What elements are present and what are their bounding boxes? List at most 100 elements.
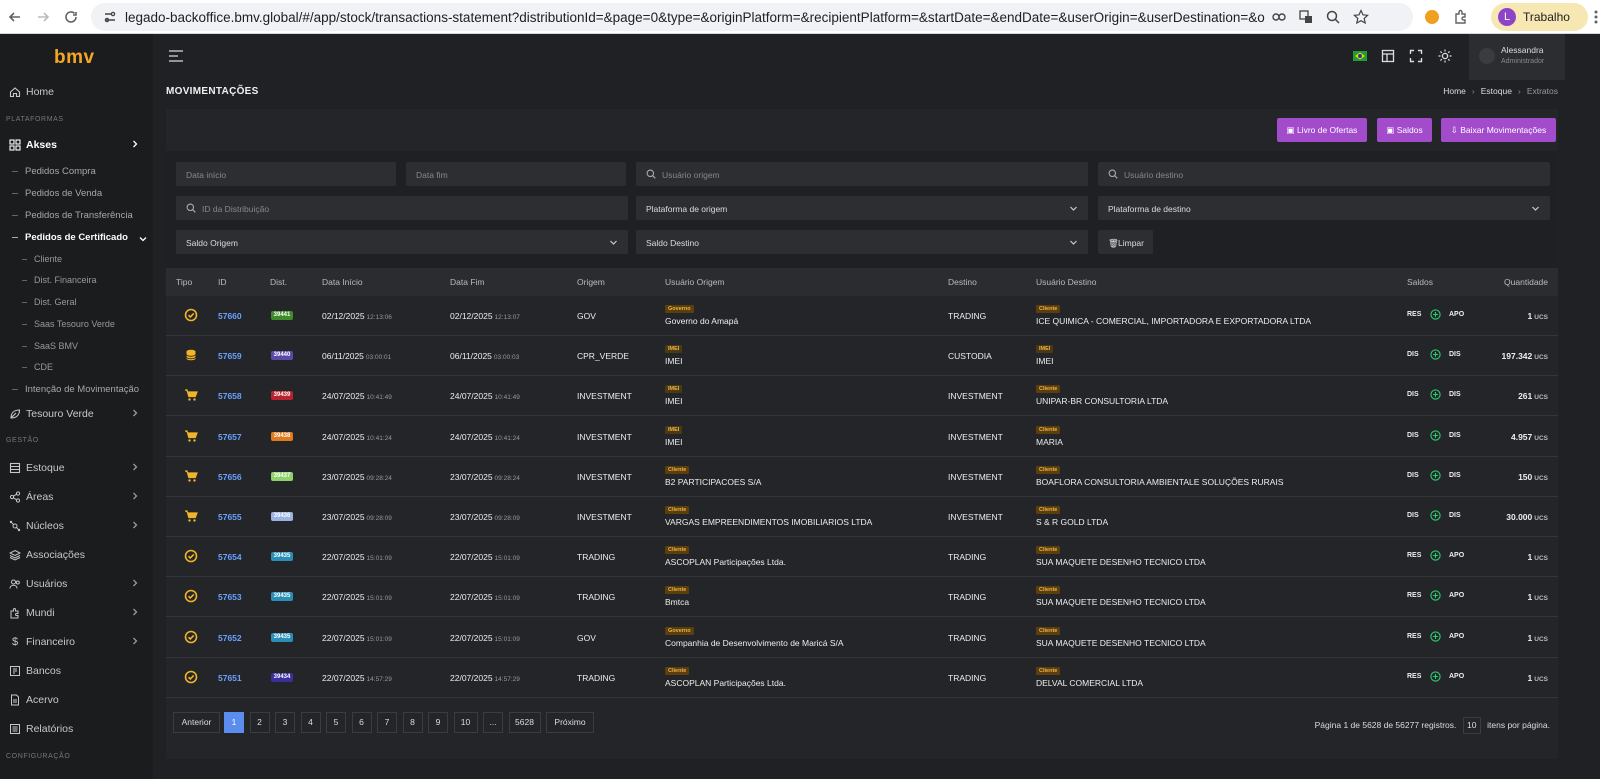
prev-page-button[interactable]: Anterior: [173, 712, 220, 733]
user-destination-input[interactable]: Usuário destino: [1098, 162, 1550, 186]
distribution-badge[interactable]: 39438: [271, 431, 293, 441]
sidebar-item-areas[interactable]: Áreas: [0, 486, 153, 508]
logo[interactable]: bmv: [54, 47, 95, 69]
layout-icon[interactable]: [1381, 49, 1395, 63]
plus-circle-icon[interactable]: [1430, 671, 1441, 682]
sidebar-item-tesouro-verde[interactable]: Tesouro Verde: [0, 403, 153, 425]
distribution-badge[interactable]: 39435: [271, 592, 293, 602]
page-button-8[interactable]: 8: [402, 712, 423, 733]
origin-balance-select[interactable]: Saldo Origem: [176, 230, 628, 254]
clear-filters-button[interactable]: 🗑 Limpar: [1098, 230, 1153, 254]
plus-circle-icon[interactable]: [1430, 309, 1441, 320]
breadcrumb-estoque[interactable]: Estoque: [1481, 86, 1512, 96]
page-button-7[interactable]: 7: [377, 712, 397, 733]
sidebar-subitem-pedidos-venda[interactable]: Pedidos de Venda: [12, 188, 102, 199]
page-button-5628[interactable]: 5628: [508, 712, 541, 733]
menu-toggle-icon[interactable]: [169, 50, 183, 62]
transaction-id-link[interactable]: 57659: [218, 351, 242, 361]
table-row[interactable]: 57653 39435 22/07/2025 15:01:09 22/07/2025 15…: [166, 577, 1558, 618]
extensions-puzzle-icon[interactable]: [1452, 8, 1470, 26]
page-button-1[interactable]: 1: [224, 712, 244, 733]
sidebar-item-nucleos[interactable]: Núcleos: [0, 515, 153, 537]
bookmark-star-icon[interactable]: [1353, 9, 1369, 25]
distribution-badge[interactable]: 39441: [271, 311, 293, 320]
distribution-badge[interactable]: 39440: [271, 351, 293, 361]
table-row[interactable]: 57651 39434 22/07/2025 14:57:29 22/07/2025 14…: [166, 658, 1558, 698]
sidebar-item-home[interactable]: Home: [0, 81, 153, 103]
transaction-id-link[interactable]: 57654: [218, 552, 242, 562]
extension-icon[interactable]: [1423, 8, 1441, 26]
sidebar-subitem-saas-bmv[interactable]: SaaS BMV: [22, 341, 78, 351]
plus-circle-icon[interactable]: [1430, 470, 1441, 481]
page-button-5[interactable]: 5: [326, 712, 346, 733]
origin-platform-select[interactable]: Plataforma de origem: [636, 196, 1088, 220]
page-button-2[interactable]: 2: [249, 712, 270, 733]
translate-icon[interactable]: [1298, 9, 1314, 25]
sidebar-subitem-intencao[interactable]: Intenção de Movimentação: [12, 384, 139, 395]
sidebar-item-financeiro[interactable]: $ Financeiro: [0, 631, 153, 653]
sidebar-subitem-pedidos-certificado[interactable]: Pedidos de Certificado: [12, 232, 147, 243]
plus-circle-icon[interactable]: [1430, 429, 1441, 441]
fullscreen-icon[interactable]: [1409, 49, 1423, 63]
page-size-input[interactable]: 10: [1462, 717, 1481, 734]
table-row[interactable]: 57659 39440 06/11/2025 03:00:01 06/11/2025 03…: [166, 336, 1558, 377]
sidebar-item-associacoes[interactable]: Associações: [0, 544, 153, 566]
offers-book-button[interactable]: ▣ Livro de Ofertas: [1277, 118, 1367, 142]
sidebar-item-usuarios[interactable]: Usuários: [0, 573, 153, 595]
distribution-badge[interactable]: 39439: [271, 391, 293, 401]
table-row[interactable]: 57652 39435 22/07/2025 15:01:09 22/07/2025 15…: [166, 618, 1558, 658]
plus-circle-icon[interactable]: [1430, 630, 1441, 642]
sidebar-subitem-saas-tesouro-verde[interactable]: Saas Tesouro Verde: [22, 319, 115, 329]
sidebar-item-acervo[interactable]: Acervo: [0, 689, 153, 711]
sidebar-subitem-cliente[interactable]: Cliente: [22, 254, 62, 264]
plus-circle-icon[interactable]: [1430, 510, 1441, 521]
page-button-3[interactable]: 3: [275, 712, 295, 733]
page-button-9[interactable]: 9: [428, 712, 448, 733]
sidebar-item-mundi[interactable]: Mundi: [0, 602, 153, 624]
table-row[interactable]: 57655 39436 23/07/2025 09:28:09 23/07/2025 09…: [166, 497, 1558, 537]
destination-balance-select[interactable]: Saldo Destino: [636, 230, 1088, 254]
plus-circle-icon[interactable]: [1430, 550, 1441, 561]
transaction-id-link[interactable]: 57655: [218, 512, 242, 522]
end-date-input[interactable]: Data fim: [406, 162, 626, 186]
plus-circle-icon[interactable]: [1430, 389, 1441, 401]
reload-icon[interactable]: [62, 8, 80, 26]
distribution-badge[interactable]: 39435: [271, 632, 293, 642]
balances-button[interactable]: ▣ Saldos: [1377, 118, 1432, 142]
sidebar-item-bancos[interactable]: Bancos: [0, 660, 153, 682]
sidebar-item-relatorios[interactable]: Relatórios: [0, 718, 153, 740]
distribution-id-input[interactable]: ID da Distribuição: [176, 196, 628, 220]
theme-sun-icon[interactable]: [1438, 49, 1452, 63]
transaction-id-link[interactable]: 57656: [218, 472, 242, 482]
url-text[interactable]: legado-backoffice.bmv.global/#/app/stock…: [125, 10, 1265, 25]
plus-circle-icon[interactable]: [1430, 590, 1441, 602]
distribution-badge[interactable]: 39434: [271, 672, 293, 682]
transaction-id-link[interactable]: 57657: [218, 432, 242, 442]
sidebar-subitem-dist-financeira[interactable]: Dist. Financeira: [22, 275, 97, 285]
profile-chip[interactable]: L Trabalho: [1491, 3, 1588, 31]
table-row[interactable]: 57658 39439 24/07/2025 10:41:49 24/07/2025 10…: [166, 376, 1558, 417]
browser-menu-icon[interactable]: [1594, 8, 1598, 26]
table-row[interactable]: 57656 39437 23/07/2025 09:28:24 23/07/2025 09…: [166, 457, 1558, 497]
table-row[interactable]: 57654 39435 22/07/2025 15:01:09 22/07/2025 15…: [166, 537, 1558, 578]
site-settings-icon[interactable]: [102, 9, 118, 25]
page-button-10[interactable]: 10: [453, 712, 478, 733]
sidebar-subitem-cde[interactable]: CDE: [22, 362, 53, 372]
transaction-id-link[interactable]: 57653: [218, 592, 242, 602]
start-date-input[interactable]: Data início: [176, 162, 396, 186]
page-button-6[interactable]: 6: [351, 712, 372, 733]
transaction-id-link[interactable]: 57652: [218, 633, 242, 643]
user-origin-input[interactable]: Usuário origem: [636, 162, 1088, 186]
table-row[interactable]: 57660 39441 02/12/2025 12:13:06 02/12/2025 12…: [166, 296, 1558, 336]
page-button-4[interactable]: 4: [300, 712, 321, 733]
transaction-id-link[interactable]: 57658: [218, 391, 242, 401]
sidebar-subitem-pedidos-compra[interactable]: Pedidos Compra: [12, 166, 96, 177]
transaction-id-link[interactable]: 57651: [218, 673, 242, 683]
next-page-button[interactable]: Próximo: [546, 712, 594, 733]
sidebar-item-akses[interactable]: Akses: [0, 134, 153, 156]
destination-platform-select[interactable]: Plataforma de destino: [1098, 196, 1550, 220]
sidebar-item-estoque[interactable]: Estoque: [0, 457, 153, 479]
sidebar-subitem-pedidos-transferencia[interactable]: Pedidos de Transferência: [12, 210, 133, 221]
user-menu[interactable]: Alessandra Administrador: [1469, 34, 1565, 80]
zoom-icon[interactable]: [1325, 9, 1341, 25]
